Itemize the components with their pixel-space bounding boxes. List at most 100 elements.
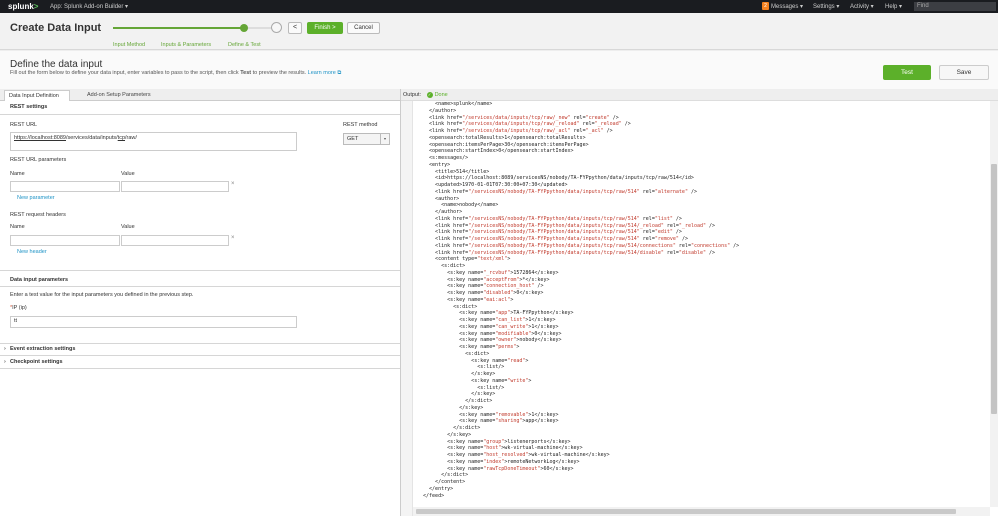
code-line: <s:key name="owner">nobody</s:key> <box>417 337 562 344</box>
checkpoint-section[interactable]: › Checkpoint settings <box>0 356 400 369</box>
code-line: <link href="/servicesNS/nobody/TA-FYPpyt… <box>417 249 716 256</box>
code-line: </entry> <box>417 485 454 492</box>
settings-menu[interactable]: Settings ▾ <box>813 3 839 10</box>
messages-count-badge[interactable]: 2 <box>762 2 769 10</box>
ip-label-text: IP (ip) <box>12 305 27 311</box>
xml-output-viewer[interactable]: <name>splunk</name> </author> <link href… <box>417 101 987 501</box>
wizard-step-define-test[interactable]: Define & Test <box>228 42 261 48</box>
chevron-right-icon: › <box>4 359 6 365</box>
code-line: <updated>1970-01-01T07:30:00+07:30</upda… <box>417 182 568 188</box>
code-line: <author> <box>417 195 460 202</box>
help-menu[interactable]: Help ▾ <box>885 3 902 10</box>
code-line: <s:key name="host_resolved">wk-virtual-m… <box>417 452 610 458</box>
rest-url-params-title: REST URL parameters <box>10 157 67 163</box>
code-line: </s:dict> <box>417 472 469 479</box>
back-button[interactable]: < <box>288 22 302 34</box>
code-line: <s:messages/> <box>417 155 469 161</box>
code-line: </s:dict> <box>417 425 481 431</box>
code-line: </author> <box>417 107 457 114</box>
code-line: <s:list/> <box>417 364 505 371</box>
tab-add-on-setup-parameters[interactable]: Add-on Setup Parameters <box>83 90 155 101</box>
ip-input[interactable]: tt <box>10 316 297 328</box>
define-section: Define the data input Fill out the form … <box>0 51 998 89</box>
event-extraction-section[interactable]: › Event extraction settings <box>0 343 400 356</box>
rest-method-select[interactable]: GET ▾ <box>343 133 390 145</box>
activity-menu[interactable]: Activity ▾ <box>850 3 874 10</box>
divider <box>0 270 400 271</box>
horizontal-scrollbar[interactable] <box>413 507 990 516</box>
splunk-logo[interactable]: splunk> <box>8 2 38 11</box>
code-line: <s:key name="_rcvbuf">1572864</s:key> <box>417 269 559 276</box>
header-value-input[interactable] <box>121 235 229 246</box>
code-line: <link href="/servicesNS/nobody/TA-FYPpyt… <box>417 188 697 195</box>
rest-method-value: GET <box>347 136 359 142</box>
scrollbar-thumb[interactable] <box>991 164 997 414</box>
output-panel: Output: ✓ Done <name>splunk</name> </auth… <box>401 89 998 516</box>
code-line: <s:key name="sharing">app</s:key> <box>417 418 559 425</box>
define-description: Fill out the form below to define your d… <box>10 70 341 77</box>
code-line: <link href="/services/data/inputs/tcp/ra… <box>417 128 613 134</box>
find-input[interactable]: Find <box>914 2 996 11</box>
code-line: </s:dict> <box>417 398 493 404</box>
definition-panel: Data Input Definition Add-on Setup Param… <box>0 89 400 516</box>
divider <box>0 286 400 287</box>
new-parameter-link[interactable]: New parameter <box>17 195 55 201</box>
param-name-input[interactable] <box>10 181 120 192</box>
code-line: <s:key name="read"> <box>417 357 529 364</box>
wizard-track-fill <box>113 27 244 29</box>
param-value-input[interactable] <box>121 181 229 192</box>
param-name-label: Name <box>10 171 25 177</box>
finish-button[interactable]: Finish > <box>307 22 343 34</box>
code-gutter <box>401 101 413 516</box>
learn-more-link[interactable]: Learn more <box>308 70 336 76</box>
request-headers-title: REST request headers <box>10 212 66 218</box>
code-line: </author> <box>417 209 463 215</box>
code-line: <link href="/servicesNS/nobody/TA-FYPpyt… <box>417 229 682 236</box>
code-line: <id>https://localhost:8089/servicesNS/no… <box>417 175 694 182</box>
code-line: <s:key name="modifiable">0</s:key> <box>417 330 562 337</box>
rest-url-label: REST URL <box>10 122 38 128</box>
code-line: <s:dict> <box>417 263 466 269</box>
wizard-next-step-ring <box>271 22 282 33</box>
vertical-scrollbar[interactable] <box>990 101 998 507</box>
code-line: </s:key> <box>417 391 496 398</box>
app-menu[interactable]: App: Splunk Add-on Builder ▾ <box>50 3 128 10</box>
rest-url-path-end: /raw/ <box>125 135 137 141</box>
rest-url-input[interactable]: https://localhost:8089/services/data/inp… <box>10 132 297 151</box>
code-line: <s:key name="rawTcpDoneTimeout">60</s:ke… <box>417 465 574 472</box>
tab-data-input-definition[interactable]: Data Input Definition <box>4 90 70 101</box>
header-name-label: Name <box>10 224 25 230</box>
wizard-progress: Input Method Inputs & Parameters Define … <box>113 20 283 50</box>
messages-menu[interactable]: Messages ▾ <box>771 3 803 10</box>
header-name-input[interactable] <box>10 235 120 246</box>
new-header-link[interactable]: New header <box>17 249 47 255</box>
test-button[interactable]: Test <box>883 65 931 80</box>
code-line: <content type="text/xml"> <box>417 256 511 263</box>
code-line: </feed> <box>417 492 445 499</box>
rest-url-scheme: https:// <box>14 135 31 141</box>
divider <box>0 114 400 115</box>
code-line: <opensearch:startIndex>0</opensearch:sta… <box>417 148 574 155</box>
code-line: <link href="/services/data/inputs/tcp/ra… <box>417 114 619 121</box>
wizard-step-inputs-parameters[interactable]: Inputs & Parameters <box>161 42 211 48</box>
define-heading: Define the data input <box>10 59 103 70</box>
wizard-step-input-method[interactable]: Input Method <box>113 42 145 48</box>
code-line: <link href="/servicesNS/nobody/TA-FYPpyt… <box>417 242 740 249</box>
code-line: <s:dict> <box>417 303 478 310</box>
code-line: <opensearch:itemsPerPage>30</opensearch:… <box>417 141 589 148</box>
cancel-button[interactable]: Cancel <box>347 22 380 34</box>
save-button[interactable]: Save <box>939 65 989 80</box>
rest-settings-title: REST settings <box>10 104 48 110</box>
scrollbar-thumb[interactable] <box>416 509 956 514</box>
code-line: <s:key name="acceptFrom">*</s:key> <box>417 276 550 283</box>
code-line: <entry> <box>417 161 451 168</box>
remove-header-icon[interactable]: × <box>231 235 235 241</box>
remove-param-icon[interactable]: × <box>231 181 235 187</box>
output-status: Done <box>434 92 448 98</box>
rest-url-tcp: tcp <box>117 135 126 141</box>
code-line: </s:key> <box>417 371 496 377</box>
code-line: <opensearch:totalResults>1</opensearch:t… <box>417 134 586 141</box>
code-line: <s:key name="perms"> <box>417 344 520 350</box>
code-line: <s:key name="can_write">1</s:key> <box>417 323 559 330</box>
code-line: <s:key name="eai:acl"> <box>417 296 514 303</box>
